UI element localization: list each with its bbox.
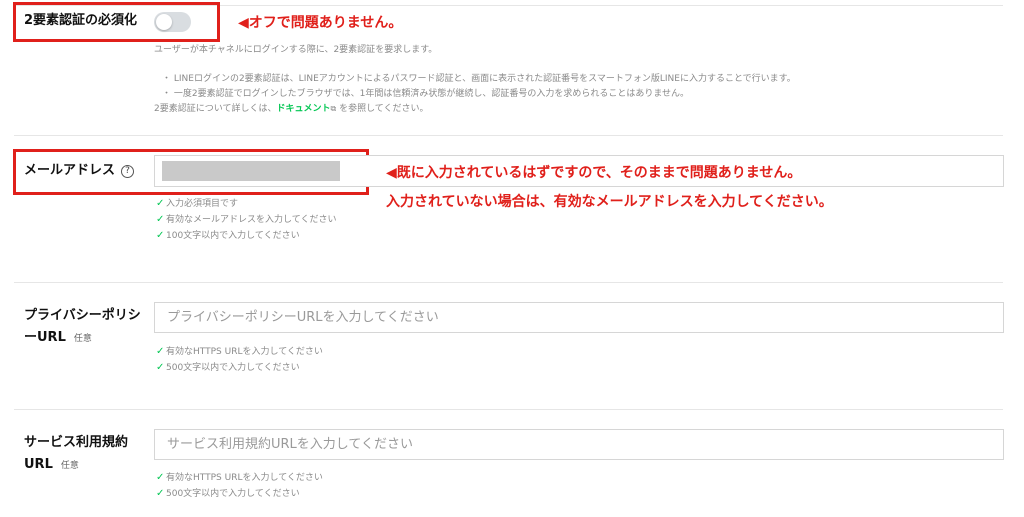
optional-badge: 任意: [73, 334, 92, 344]
two-factor-label: 2要素認証の必須化: [24, 13, 138, 28]
privacy-label-line1: プライバシーポリシ: [24, 308, 141, 323]
terms-label-line2: URL 任意: [24, 457, 79, 472]
privacy-label-line2: ーURL 任意: [24, 330, 92, 345]
divider: [14, 282, 1003, 283]
terms-label-line1: サービス利用規約: [24, 435, 129, 450]
check-icon: ✓: [156, 488, 165, 499]
two-factor-note-1: ・ LINEログインの2要素認証は、LINEアカウントによるパスワード認証と、画…: [162, 74, 796, 84]
terms-url-input[interactable]: [154, 429, 1004, 460]
help-icon[interactable]: ?: [121, 165, 135, 178]
validation-item: ✓ 100文字以内で入力してください: [156, 228, 336, 244]
divider: [14, 135, 1003, 136]
terms-validation-list: ✓ 有効なHTTPS URLを入力してください ✓ 500文字以内で入力してください: [156, 470, 323, 502]
check-icon: ✓: [156, 346, 165, 357]
doc-suffix: を参照してください。: [336, 104, 429, 114]
validation-item: ✓ 有効なHTTPS URLを入力してください: [156, 344, 323, 360]
validation-item: ✓ 入力必須項目です: [156, 196, 336, 212]
toggle-knob: [156, 14, 172, 30]
validation-item: ✓ 有効なHTTPS URLを入力してください: [156, 470, 323, 486]
annotation-toggle-note: ◀オフで問題ありません。: [238, 15, 403, 31]
validation-item: ✓ 有効なメールアドレスを入力してください: [156, 212, 336, 228]
email-validation-list: ✓ 入力必須項目です ✓ 有効なメールアドレスを入力してください ✓ 100文字以内で…: [156, 196, 336, 244]
check-icon: ✓: [156, 472, 165, 483]
check-icon: ✓: [156, 362, 165, 373]
check-icon: ✓: [156, 198, 165, 209]
validation-item: ✓ 500文字以内で入力してください: [156, 486, 323, 502]
doc-prefix: 2要素認証について詳しくは、: [154, 104, 277, 114]
validation-item: ✓ 500文字以内で入力してください: [156, 360, 323, 376]
email-label-text: メールアドレス: [24, 163, 116, 178]
two-factor-description: ユーザーが本チャネルにログインする際に、2要素認証を要求します。: [154, 45, 438, 55]
terms-label: サービス利用規約 URL 任意: [24, 432, 128, 477]
documentation-link[interactable]: ドキュメント: [276, 104, 330, 114]
check-icon: ✓: [156, 214, 165, 225]
check-icon: ✓: [156, 230, 165, 241]
two-factor-note-2: ・ 一度2要素認証でログインしたブラウザでは、1年間は信頼済み状態が継続し、認証…: [162, 89, 690, 99]
email-value-masked: [162, 161, 340, 181]
annotation-email-note-2: 入力されていない場合は、有効なメールアドレスを入力してください。: [386, 194, 833, 210]
annotation-email-note-1: ◀既に入力されているはずですので、そのままで問題ありません。: [386, 165, 802, 181]
two-factor-doc-line: 2要素認証について詳しくは、ドキュメント⧉ を参照してください。: [154, 103, 429, 115]
email-label: メールアドレス?: [24, 160, 135, 182]
two-factor-toggle[interactable]: [154, 12, 191, 32]
privacy-label: プライバシーポリシ ーURL 任意: [24, 305, 141, 350]
privacy-validation-list: ✓ 有効なHTTPS URLを入力してください ✓ 500文字以内で入力してください: [156, 344, 323, 376]
privacy-url-input[interactable]: [154, 302, 1004, 333]
divider: [14, 409, 1003, 410]
optional-badge: 任意: [60, 461, 79, 471]
